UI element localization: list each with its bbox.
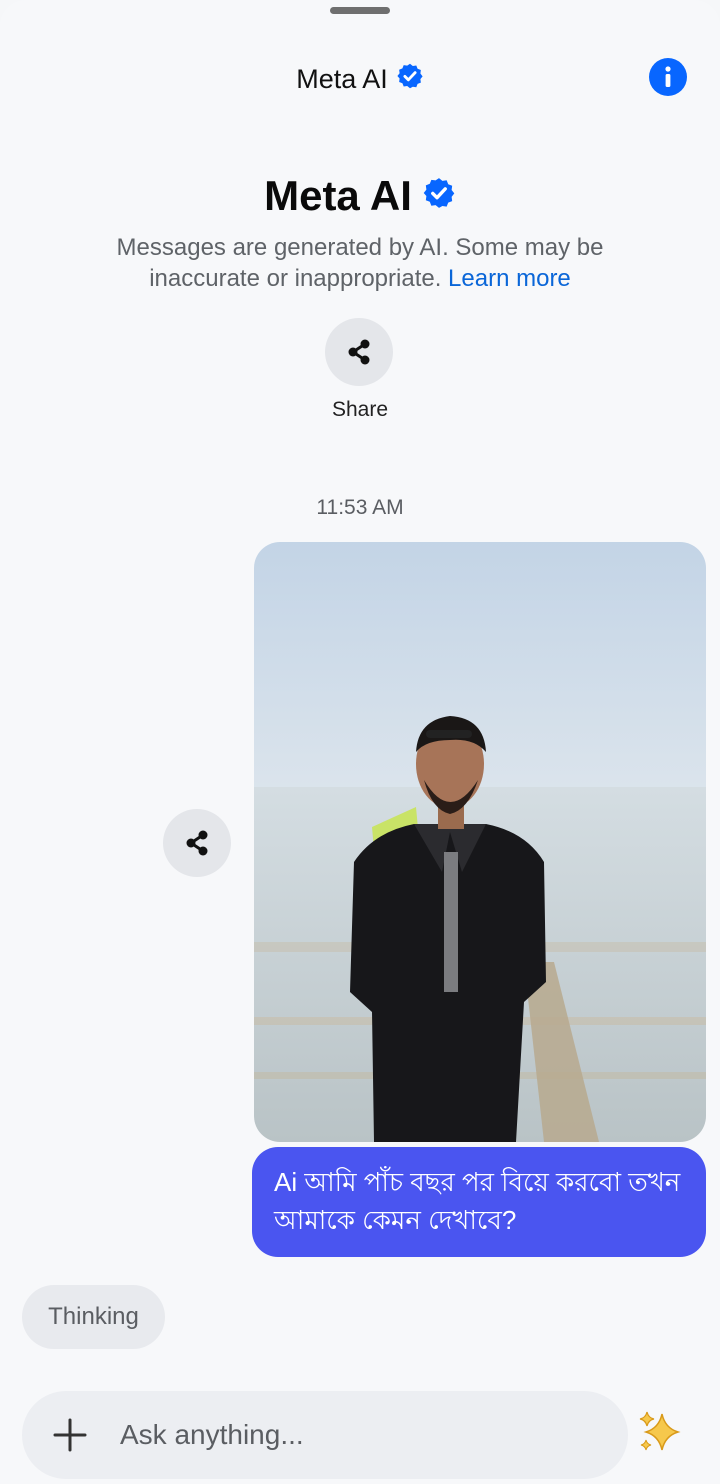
intro-title-row: Meta AI [0, 172, 720, 220]
ask-input[interactable] [120, 1409, 590, 1461]
sparkle-icon[interactable] [636, 1408, 684, 1456]
share-icon [186, 830, 208, 856]
share-button[interactable] [325, 318, 393, 386]
header-title-row: Meta AI [0, 62, 720, 97]
sent-photo[interactable] [254, 542, 706, 1142]
share-label: Share [331, 398, 389, 421]
message-timestamp: 11:53 AM [316, 496, 404, 519]
user-message-bubble[interactable]: Ai আমি পাঁচ বছর পর বিয়ে করবো তখন আমাকে … [252, 1147, 706, 1257]
verified-badge-icon [396, 62, 424, 97]
chat-sheet: Meta AI Meta AI Messages are generated b… [0, 0, 720, 1484]
plus-icon[interactable] [52, 1417, 88, 1453]
share-icon [348, 339, 370, 365]
learn-more-link[interactable]: Learn more [448, 265, 571, 292]
photo-share-button[interactable] [163, 809, 231, 877]
intro-title: Meta AI [264, 172, 412, 219]
ai-thinking-indicator: Thinking [22, 1285, 165, 1349]
top-bar: Meta AI [0, 52, 720, 104]
info-icon[interactable] [649, 58, 687, 96]
ai-disclaimer: Messages are generated by AI. Some may b… [80, 232, 640, 294]
header-title: Meta AI [296, 64, 388, 94]
verified-badge-icon [422, 172, 456, 220]
drag-handle[interactable] [330, 7, 390, 14]
message-composer [22, 1391, 628, 1479]
